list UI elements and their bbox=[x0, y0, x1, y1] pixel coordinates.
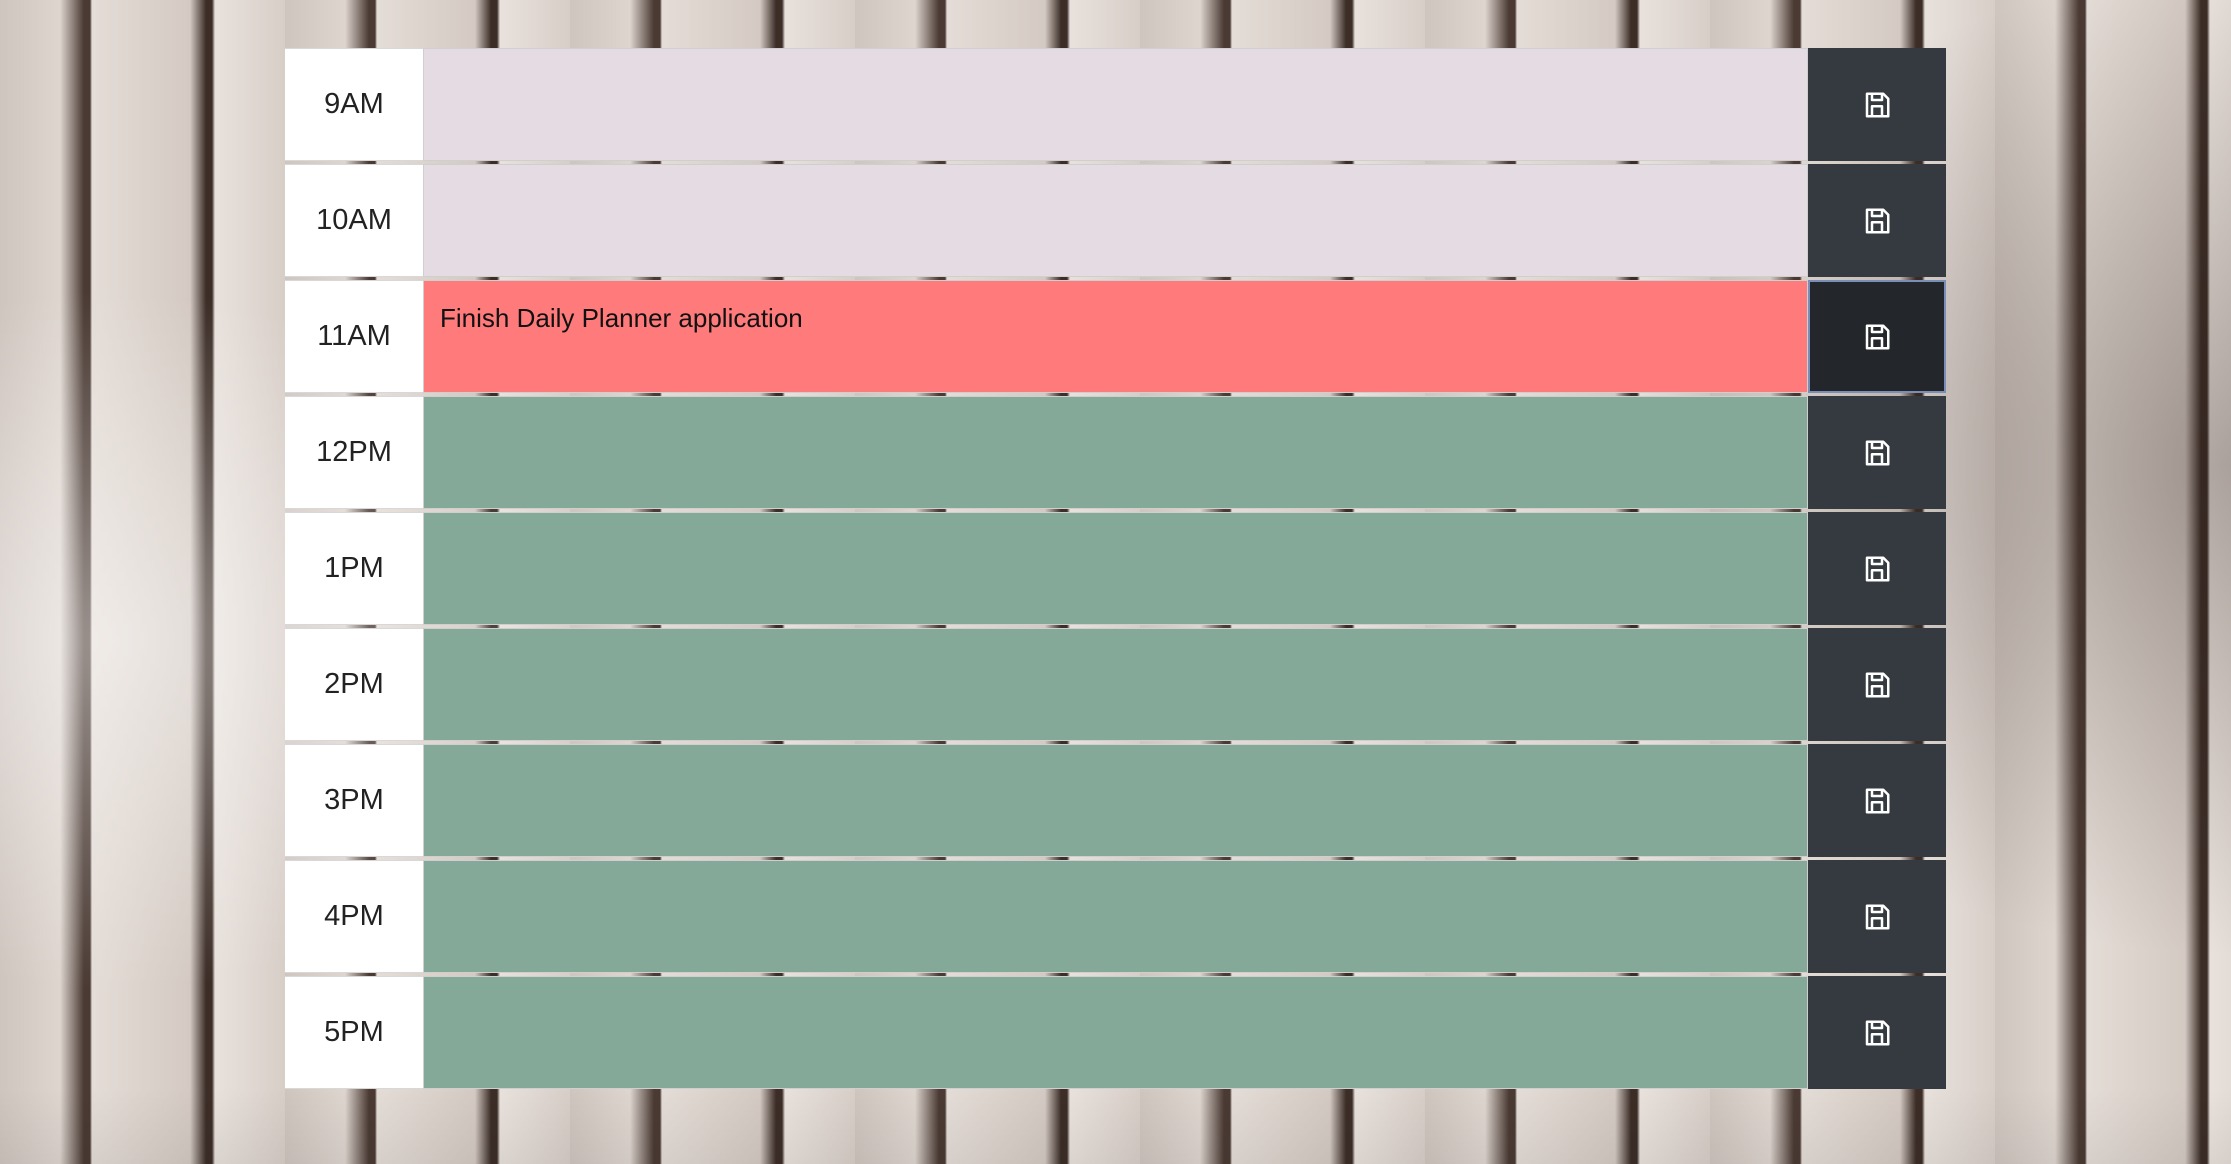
floppy-disk-icon bbox=[1865, 788, 1890, 813]
description-textarea[interactable]: Finish Daily Planner application bbox=[423, 280, 1808, 393]
time-block-row: 1PM bbox=[285, 512, 1946, 625]
floppy-disk-icon bbox=[1865, 208, 1890, 233]
save-button[interactable] bbox=[1808, 976, 1946, 1089]
description-textarea[interactable] bbox=[423, 860, 1808, 973]
description-textarea[interactable] bbox=[423, 628, 1808, 741]
time-block-row: 3PM bbox=[285, 744, 1946, 857]
time-block-row: 5PM bbox=[285, 976, 1946, 1089]
save-button[interactable] bbox=[1808, 628, 1946, 741]
save-button[interactable] bbox=[1808, 164, 1946, 277]
description-textarea[interactable] bbox=[423, 396, 1808, 509]
floppy-disk-icon bbox=[1865, 904, 1890, 929]
floppy-disk-icon bbox=[1865, 324, 1890, 349]
hour-label: 10AM bbox=[285, 164, 423, 277]
time-block-row: 10AM bbox=[285, 164, 1946, 277]
time-block-row: 11AM Finish Daily Planner application bbox=[285, 280, 1946, 393]
wood-background bbox=[0, 1088, 2231, 1164]
description-textarea[interactable] bbox=[423, 164, 1808, 277]
time-block-row: 9AM bbox=[285, 48, 1946, 161]
hour-label: 1PM bbox=[285, 512, 423, 625]
save-button[interactable] bbox=[1808, 396, 1946, 509]
floppy-disk-icon bbox=[1865, 1020, 1890, 1045]
planner-container: 9AM 10AM 11AM Finish Daily Planner appli… bbox=[285, 48, 1946, 1092]
floppy-disk-icon bbox=[1865, 440, 1890, 465]
hour-label: 11AM bbox=[285, 280, 423, 393]
floppy-disk-icon bbox=[1865, 92, 1890, 117]
time-block-row: 2PM bbox=[285, 628, 1946, 741]
description-textarea[interactable] bbox=[423, 512, 1808, 625]
hour-label: 5PM bbox=[285, 976, 423, 1089]
save-button[interactable] bbox=[1808, 48, 1946, 161]
save-button[interactable] bbox=[1808, 860, 1946, 973]
floppy-disk-icon bbox=[1865, 556, 1890, 581]
hour-label: 3PM bbox=[285, 744, 423, 857]
description-textarea[interactable] bbox=[423, 48, 1808, 161]
save-button[interactable] bbox=[1808, 744, 1946, 857]
save-button[interactable] bbox=[1808, 280, 1946, 393]
hour-label: 4PM bbox=[285, 860, 423, 973]
save-button[interactable] bbox=[1808, 512, 1946, 625]
description-textarea[interactable] bbox=[423, 744, 1808, 857]
time-block-row: 12PM bbox=[285, 396, 1946, 509]
hour-label: 9AM bbox=[285, 48, 423, 161]
floppy-disk-icon bbox=[1865, 672, 1890, 697]
description-textarea[interactable] bbox=[423, 976, 1808, 1089]
time-block-row: 4PM bbox=[285, 860, 1946, 973]
hour-label: 12PM bbox=[285, 396, 423, 509]
hour-label: 2PM bbox=[285, 628, 423, 741]
